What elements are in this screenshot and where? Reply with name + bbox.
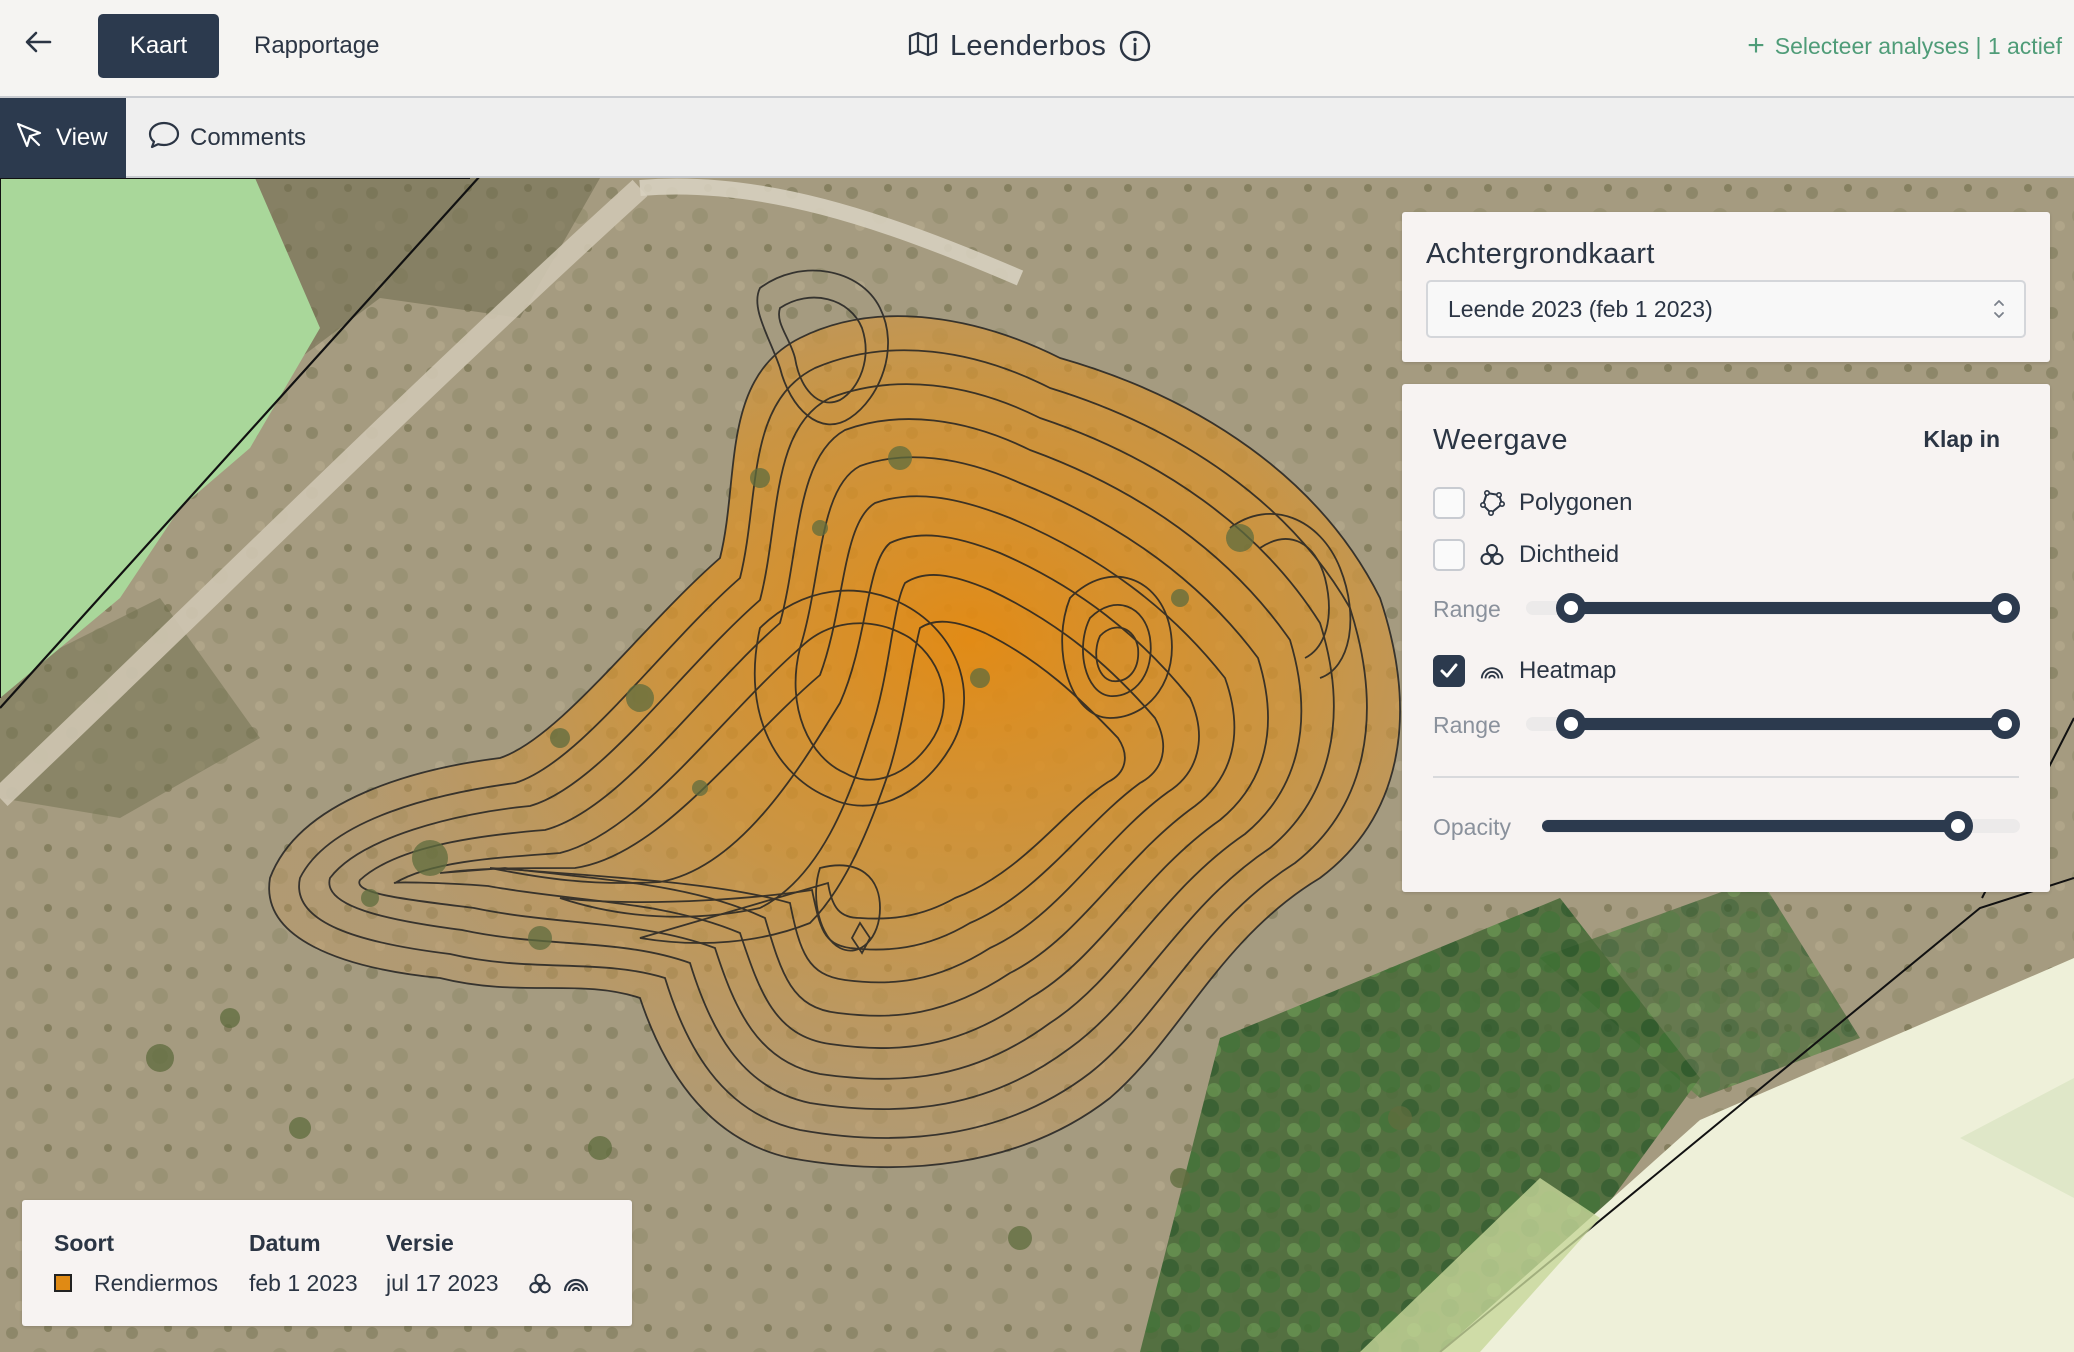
density-icon [1479,542,1505,568]
plus-icon: + [1747,29,1765,62]
polygon-icon [1479,490,1505,516]
background-map-select[interactable]: Leende 2023 (feb 1 2023) [1426,280,2026,338]
mode-comments-label: Comments [190,124,307,151]
heatmap-checkbox[interactable] [1433,655,1465,687]
opacity-fill [1542,820,1958,832]
legend-header-datum: Datum [249,1230,321,1256]
comment-bubble-icon [148,120,180,157]
arrow-left-icon [24,30,52,59]
cursor-arrow-icon [14,120,44,157]
heatmap-range-label: Range [1433,712,1501,738]
opacity-handle[interactable] [1942,811,1973,841]
option-dichtheid: Dichtheid [1433,538,1619,572]
map-icon [908,31,938,62]
tab-rapportage[interactable]: Rapportage [254,14,379,78]
background-map-selected: Leende 2023 (feb 1 2023) [1448,295,1713,322]
info-icon[interactable] [1118,29,1152,63]
back-button[interactable] [20,26,56,62]
page-title: Leenderbos [950,29,1107,62]
heatmap-icon [562,1272,590,1301]
checkmark-icon [1440,663,1458,678]
heatmap-range-min-handle[interactable] [1556,709,1586,739]
mode-view-label: View [56,124,108,151]
select-analyses-label: Selecteer analyses | 1 actief [1774,32,2062,59]
dichtheid-checkbox[interactable] [1433,539,1465,571]
top-bar: Kaart Rapportage Leenderbos + Selecteer … [0,0,2074,98]
chevron-up-down-icon [1992,296,2006,322]
polygonen-label: Polygonen [1519,489,1633,516]
legend-layer-icons [528,1272,590,1301]
heatmap-icon [1479,658,1505,684]
select-analyses-button[interactable]: + Selecteer analyses | 1 actief [1747,26,2062,66]
collapse-button[interactable]: Klap in [1923,426,2000,453]
tab-kaart[interactable]: Kaart [98,14,219,78]
heatmap-range-fill [1571,718,2005,730]
background-map-panel: Achtergrondkaart Leende 2023 (feb 1 2023… [1402,212,2050,362]
dichtheid-range-min-handle[interactable] [1556,593,1586,623]
density-icon [528,1272,552,1301]
option-heatmap: Heatmap [1433,654,1616,688]
background-map-title: Achtergrondkaart [1426,238,1655,270]
dichtheid-label: Dichtheid [1519,541,1620,568]
opacity-label: Opacity [1433,814,1511,840]
display-panel-title: Weergave [1433,424,1568,456]
mode-view-button[interactable]: View [0,98,126,178]
option-polygonen: Polygonen [1433,486,1632,520]
mode-toolbar: View Comments [0,98,2074,178]
legend-datum-value: feb 1 2023 [249,1270,358,1296]
legend-header-versie: Versie [386,1230,454,1256]
panel-divider [1433,776,2019,778]
legend-header-soort: Soort [54,1230,115,1256]
polygonen-checkbox[interactable] [1433,487,1465,519]
dichtheid-range-max-handle[interactable] [1990,593,2020,623]
dichtheid-range-fill [1571,602,2005,614]
legend-panel: Soort Datum Versie Rendiermos feb 1 2023… [22,1200,632,1326]
page-title-group: Leenderbos [908,22,1152,70]
legend-versie-value: jul 17 2023 [386,1270,499,1296]
heatmap-range-max-handle[interactable] [1990,709,2020,739]
heatmap-label: Heatmap [1519,657,1617,684]
dichtheid-range-label: Range [1433,596,1501,622]
display-panel: Weergave Klap in Polygonen Dichtheid Ran… [1402,384,2050,892]
legend-soort-value: Rendiermos [94,1270,218,1296]
mode-comments-button[interactable]: Comments [148,98,306,178]
legend-color-swatch [54,1274,72,1292]
